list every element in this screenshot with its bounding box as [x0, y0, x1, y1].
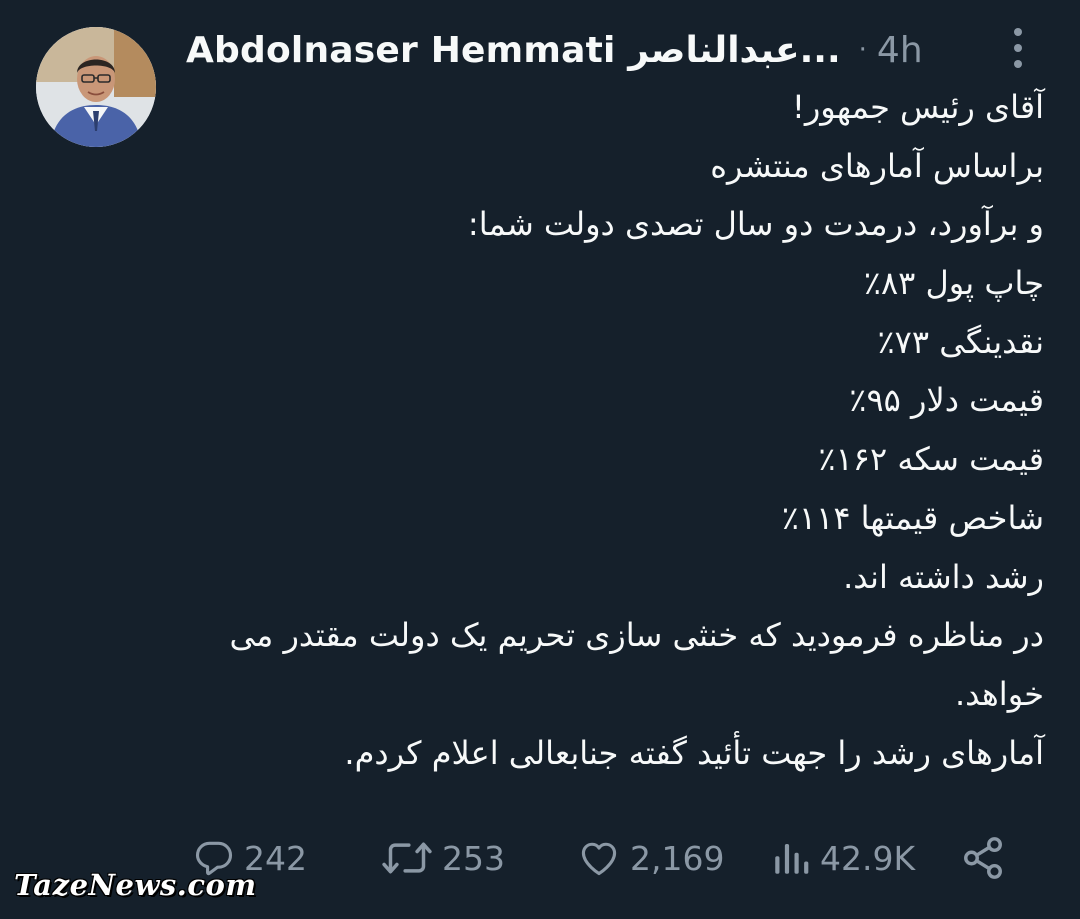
- analytics-icon: [775, 844, 809, 874]
- tweet-timestamp[interactable]: 4h: [877, 30, 923, 71]
- avatar[interactable]: [36, 27, 156, 147]
- tweet-line: چاپ پول ۸۳٪: [863, 264, 1044, 303]
- retweet-icon: [382, 842, 432, 874]
- retweet-button[interactable]: 253: [380, 830, 505, 886]
- tweet-line: آمارهای رشد را جهت تأئید گفته جنابعالی ا…: [344, 733, 1044, 772]
- watermark: TazeNews.com: [14, 868, 257, 902]
- retweet-count: 253: [442, 838, 505, 878]
- share-icon: [964, 837, 1002, 879]
- tweet: Abdolnaser Hemmati عبدالناصر... · 4h آقا…: [0, 0, 1080, 919]
- more-dot: [1014, 44, 1022, 52]
- header-separator: ·: [858, 35, 867, 65]
- heart-icon: [581, 842, 617, 876]
- more-options-button[interactable]: [1003, 26, 1033, 70]
- tweet-line: رشد داشته اند.: [843, 557, 1044, 596]
- share-button[interactable]: [960, 830, 1006, 886]
- tweet-line: در مناظره فرمودید که خنثی سازی تحریم یک …: [229, 616, 1044, 713]
- views-count: 42.9K: [820, 838, 916, 878]
- tweet-text: آقای رئیس جمهور! براساس آمارهای منتشره و…: [204, 78, 1044, 782]
- author-display-name[interactable]: Abdolnaser Hemmati عبدالناصر...: [186, 30, 841, 71]
- tweet-line: نقدینگی ۷۳٪: [877, 322, 1044, 361]
- tweet-line: و برآورد، درمدت دو سال تصدی دولت شما:: [467, 205, 1044, 244]
- tweet-header: Abdolnaser Hemmati عبدالناصر... · 4h: [186, 24, 923, 76]
- tweet-line: آقای رئیس جمهور!: [792, 88, 1044, 126]
- tweet-line: براساس آمارهای منتشره: [710, 146, 1044, 185]
- tweet-line: قیمت دلار ۹۵٪: [849, 381, 1044, 420]
- avatar-photo: [36, 27, 156, 147]
- action-bar: 242 253 2,169 42.9K: [190, 830, 1010, 886]
- more-vertical-icon: [1014, 28, 1022, 36]
- tweet-line: قیمت سکه ۱۶۲٪: [818, 440, 1044, 479]
- like-count: 2,169: [630, 838, 725, 878]
- tweet-line: شاخص قیمتها ۱۱۴٪: [781, 498, 1044, 537]
- more-dot: [1014, 60, 1022, 68]
- like-button[interactable]: 2,169: [576, 830, 724, 886]
- views-button[interactable]: 42.9K: [770, 830, 915, 886]
